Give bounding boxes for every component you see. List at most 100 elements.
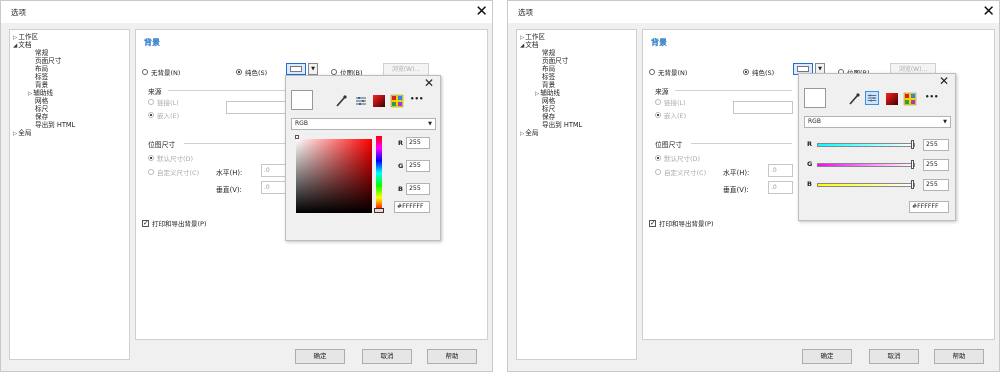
g-value-field[interactable]: 255	[923, 159, 949, 171]
tree-item-grid[interactable]: 网格	[542, 97, 555, 105]
help-button[interactable]: 帮助	[427, 349, 477, 364]
color-swatch-button[interactable]	[286, 63, 306, 75]
ok-button[interactable]: 确定	[802, 349, 852, 364]
cancel-button[interactable]: 取消	[362, 349, 412, 364]
no-background-radio[interactable]: 无背景(N)	[142, 67, 180, 77]
solid-color-radio[interactable]: 纯色(S)	[236, 67, 267, 77]
radio-circle	[148, 112, 154, 118]
tree-item-label[interactable]: 标签	[35, 73, 48, 81]
tree-item-background[interactable]: 背景	[542, 81, 555, 89]
tree-item-label[interactable]: 标签	[542, 73, 555, 81]
more-options-icon[interactable]: •••	[925, 93, 947, 107]
g-slider-thumb[interactable]	[911, 160, 914, 169]
r-slider-track[interactable]	[817, 143, 915, 147]
color-model-select[interactable]: RGB ▼	[291, 118, 436, 130]
tree-item-general[interactable]: 常规	[35, 49, 48, 57]
tree-item-rulers[interactable]: 标尺	[35, 105, 48, 113]
hex-value-field[interactable]: #FFFFFF	[909, 201, 949, 213]
r-value-field[interactable]: 255	[406, 137, 430, 149]
tree-item-global[interactable]: ▷全局	[13, 129, 31, 138]
radio-circle	[148, 169, 154, 175]
print-export-background-checkbox[interactable]: ✓ 打印和导出背景(P)	[649, 218, 714, 228]
eyedropper-icon[interactable]	[334, 94, 348, 108]
palette-grid-icon[interactable]	[903, 92, 917, 106]
eyedropper-icon[interactable]	[847, 92, 861, 106]
close-icon[interactable]: ✕	[475, 2, 488, 20]
hue-slider[interactable]	[376, 136, 382, 210]
tree-item-layout[interactable]: 布局	[542, 65, 555, 73]
r-slider-thumb[interactable]	[911, 140, 914, 149]
chevron-down-icon[interactable]: ▼	[308, 63, 318, 75]
no-background-radio[interactable]: 无背景(N)	[649, 67, 687, 77]
radio-label: 纯色(S)	[752, 69, 775, 77]
expand-arrow-icon[interactable]: ▷	[535, 91, 539, 97]
color-sliders-icon[interactable]	[354, 94, 368, 108]
cancel-button[interactable]: 取消	[869, 349, 919, 364]
b-value-field[interactable]: 255	[406, 183, 430, 195]
tree-item-page-size[interactable]: 页面尺寸	[35, 57, 61, 65]
tree-item-document[interactable]: ◢文档	[13, 41, 31, 50]
radio-label: 无背景(N)	[658, 69, 688, 77]
b-label: B	[807, 180, 812, 188]
print-export-background-checkbox[interactable]: ✓ 打印和导出背景(P)	[142, 218, 207, 228]
color-picker-popup: ✕ ••• RGB ▼ R 255 G 255 B 255 #FFFFFF	[798, 73, 956, 221]
color-model-select[interactable]: RGB ▼	[804, 116, 951, 128]
r-value-field[interactable]: 255	[923, 139, 949, 151]
radio-circle	[655, 169, 661, 175]
help-button[interactable]: 帮助	[934, 349, 984, 364]
tree-item-global[interactable]: ▷全局	[520, 129, 538, 138]
color-viewer-icon[interactable]	[372, 94, 386, 108]
tree-item-document[interactable]: ◢文档	[520, 41, 538, 50]
tree-item-save[interactable]: 保存	[35, 113, 48, 121]
bitmap-path-field	[733, 101, 793, 114]
tree-item-export-html[interactable]: 导出到 HTML	[542, 121, 582, 129]
radio-label: 默认尺寸(D)	[664, 155, 701, 163]
solid-color-radio[interactable]: 纯色(S)	[743, 67, 774, 77]
b-value-field[interactable]: 255	[923, 179, 949, 191]
close-icon[interactable]: ✕	[939, 74, 949, 88]
tree-item-save[interactable]: 保存	[542, 113, 555, 121]
tree-item-page-size[interactable]: 页面尺寸	[542, 57, 568, 65]
g-value-field[interactable]: 255	[406, 160, 430, 172]
options-tree: ▷工作区 ◢文档 常规 页面尺寸 布局 标签 背景 ▷辅助线 网格 标尺 保存 …	[9, 29, 130, 360]
color-sliders-icon[interactable]	[865, 91, 879, 105]
section-title: 背景	[144, 38, 160, 47]
b-slider-track[interactable]	[817, 183, 915, 187]
collapse-arrow-icon[interactable]: ◢	[520, 43, 524, 49]
tree-item-export-html[interactable]: 导出到 HTML	[35, 121, 75, 129]
g-slider-track[interactable]	[817, 163, 915, 167]
close-icon[interactable]: ✕	[424, 76, 434, 90]
expand-arrow-icon[interactable]: ▷	[28, 91, 32, 97]
palette-grid-icon[interactable]	[390, 94, 404, 108]
b-label: B	[398, 185, 403, 193]
options-dialog-right: 选项 ✕ ▷工作区 ◢文档 常规 页面尺寸 布局 标签 背景 ▷辅助线 网格 标…	[507, 0, 1000, 372]
radio-label: 嵌入(E)	[157, 112, 180, 120]
g-label: G	[807, 160, 813, 168]
hue-slider-thumb[interactable]	[374, 208, 384, 213]
expand-arrow-icon[interactable]: ▷	[13, 131, 17, 137]
saturation-value-field[interactable]	[296, 139, 372, 213]
source-group-label: 来源	[655, 88, 669, 96]
expand-arrow-icon[interactable]: ▷	[520, 131, 524, 137]
radio-label: 默认尺寸(D)	[157, 155, 194, 163]
collapse-arrow-icon[interactable]: ◢	[13, 43, 17, 49]
color-preview	[804, 88, 826, 108]
tree-item-general[interactable]: 常规	[542, 49, 555, 57]
tree-item-grid[interactable]: 网格	[35, 97, 48, 105]
radio-circle	[142, 69, 148, 75]
b-slider-thumb[interactable]	[911, 180, 914, 189]
group-divider	[168, 90, 285, 91]
tree-item-rulers[interactable]: 标尺	[542, 105, 555, 113]
more-options-icon[interactable]: •••	[410, 95, 432, 109]
tree-item-layout[interactable]: 布局	[35, 65, 48, 73]
default-size-radio: 默认尺寸(D)	[148, 153, 193, 163]
link-radio: 链接(L)	[655, 97, 686, 107]
close-icon[interactable]: ✕	[982, 2, 995, 20]
checkbox-label: 打印和导出背景(P)	[659, 220, 714, 228]
ok-button[interactable]: 确定	[295, 349, 345, 364]
bitmap-size-group-label: 位图尺寸	[148, 141, 176, 149]
color-viewer-icon[interactable]	[885, 92, 899, 106]
section-title: 背景	[651, 38, 667, 47]
hex-value-field[interactable]: #FFFFFF	[394, 201, 430, 213]
tree-item-background[interactable]: 背景	[35, 81, 48, 89]
